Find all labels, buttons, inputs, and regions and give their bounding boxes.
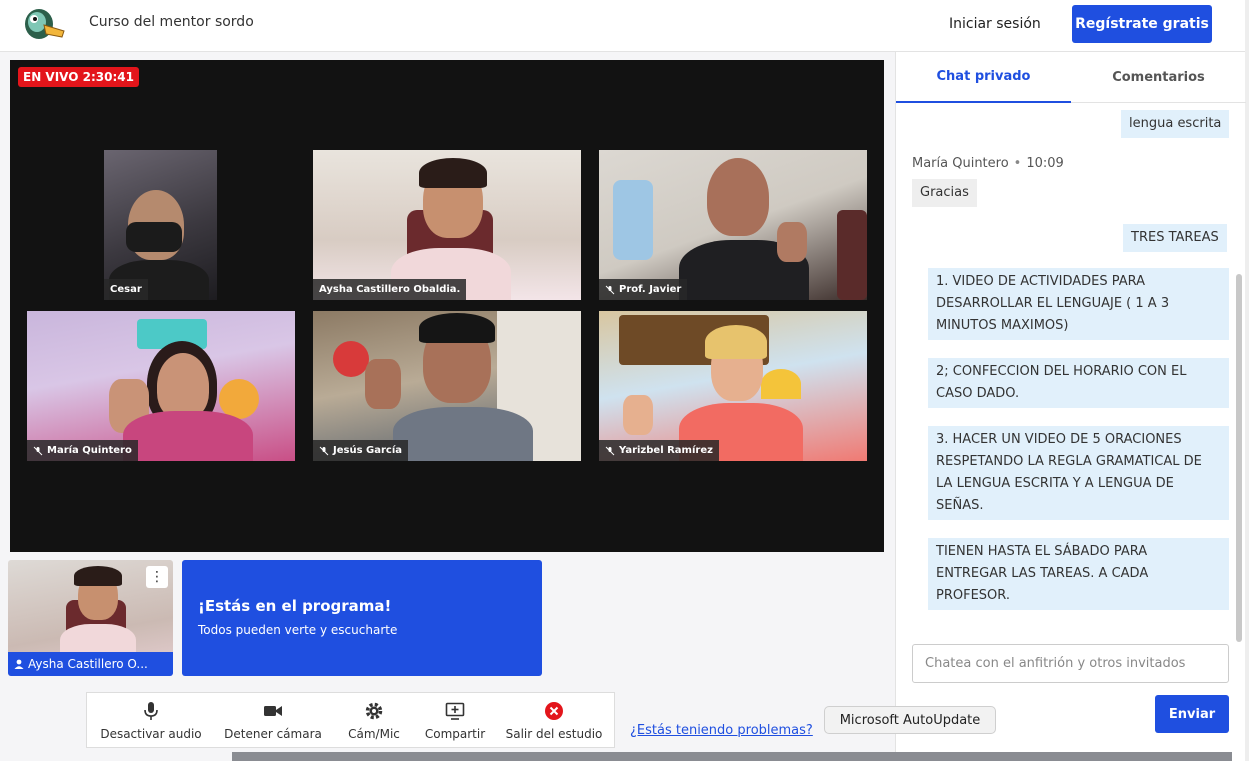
system-dock <box>232 752 1232 761</box>
top-bar: Curso del mentor sordo Iniciar sesión Re… <box>0 0 1245 52</box>
leave-studio-button[interactable]: Salir del estudio <box>493 693 615 747</box>
chat-message: 3. HACER UN VIDEO DE 5 ORACIONES RESPETA… <box>928 426 1229 520</box>
participant-name: Cesar <box>104 279 148 300</box>
chat-message: lengua escrita <box>1121 110 1230 138</box>
mic-off-icon <box>605 285 615 294</box>
kebab-menu-icon[interactable]: ⋮ <box>146 566 168 588</box>
tab-comments[interactable]: Comentarios <box>1071 52 1246 103</box>
participant-name: Yarizbel Ramírez <box>599 440 719 461</box>
chat-message: 2; CONFECCION DEL HORARIO CON EL CASO DA… <box>928 358 1229 408</box>
video-stage: EN VIVO 2:30:41 Cesar Aysha Castillero O… <box>10 60 884 552</box>
send-button[interactable]: Enviar <box>1155 695 1229 733</box>
participant-tile[interactable]: Aysha Castillero Obaldia. <box>313 150 581 300</box>
window-scrollbar[interactable] <box>1245 0 1249 761</box>
share-screen-icon <box>445 702 465 720</box>
chat-message: TRES TAREAS <box>1123 224 1227 252</box>
message-meta: María Quintero • 10:09 <box>912 156 1064 171</box>
help-link[interactable]: ¿Estás teniendo problemas? <box>630 723 813 738</box>
sidebar-tabs: Chat privado Comentarios <box>896 52 1246 103</box>
chat-scrollbar[interactable] <box>1236 274 1242 642</box>
course-title: Curso del mentor sordo <box>89 14 254 30</box>
chat-message: 1. VIDEO DE ACTIVIDADES PARA DESARROLLAR… <box>928 268 1229 340</box>
participant-name: María Quintero <box>27 440 138 461</box>
participant-tile[interactable]: Jesús García <box>313 311 581 461</box>
chat-sidebar: Chat privado Comentarios lengua escrita … <box>895 52 1246 761</box>
participant-name: Aysha Castillero Obaldia. <box>313 279 467 300</box>
mute-audio-button[interactable]: Desactivar audio <box>87 693 215 747</box>
participant-name: Jesús García <box>313 440 408 461</box>
participant-tile[interactable]: Yarizbel Ramírez <box>599 311 867 461</box>
self-name-label: Aysha Castillero O... <box>8 652 173 676</box>
gear-icon <box>365 702 383 720</box>
chat-input[interactable] <box>912 644 1229 683</box>
mic-off-icon <box>319 446 329 455</box>
share-screen-button[interactable]: Compartir <box>417 693 493 747</box>
microphone-icon <box>144 702 158 720</box>
mic-off-icon <box>33 446 43 455</box>
chat-message: TIENEN HASTA EL SÁBADO PARA ENTREGAR LAS… <box>928 538 1229 610</box>
program-notice: ¡Estás en el programa! Todos pueden vert… <box>182 560 542 676</box>
studio-controls: Desactivar audio Detener cámara Cám/Mic … <box>86 692 615 748</box>
camera-icon <box>264 706 282 716</box>
program-notice-subtitle: Todos pueden verte y escucharte <box>198 623 398 637</box>
stop-camera-button[interactable]: Detener cámara <box>215 693 331 747</box>
register-button[interactable]: Regístrate gratis <box>1072 5 1212 43</box>
user-icon <box>14 659 24 669</box>
participant-name: Prof. Javier <box>599 279 688 300</box>
tab-private-chat[interactable]: Chat privado <box>896 52 1071 103</box>
mic-off-icon <box>605 446 615 455</box>
participant-tile[interactable]: María Quintero <box>27 311 295 461</box>
participant-tile[interactable]: Cesar <box>104 150 217 300</box>
login-link[interactable]: Iniciar sesión <box>949 16 1041 32</box>
cam-mic-settings-button[interactable]: Cám/Mic <box>331 693 417 747</box>
close-circle-icon <box>545 702 563 720</box>
self-video-tile[interactable]: ⋮ Aysha Castillero O... <box>8 560 173 676</box>
chat-message: Gracias <box>912 179 977 207</box>
live-badge: EN VIVO 2:30:41 <box>18 67 139 87</box>
participant-tile[interactable]: Prof. Javier <box>599 150 867 300</box>
program-notice-title: ¡Estás en el programa! <box>198 597 392 615</box>
duck-logo-icon[interactable] <box>22 5 66 43</box>
system-tooltip: Microsoft AutoUpdate <box>824 706 996 734</box>
